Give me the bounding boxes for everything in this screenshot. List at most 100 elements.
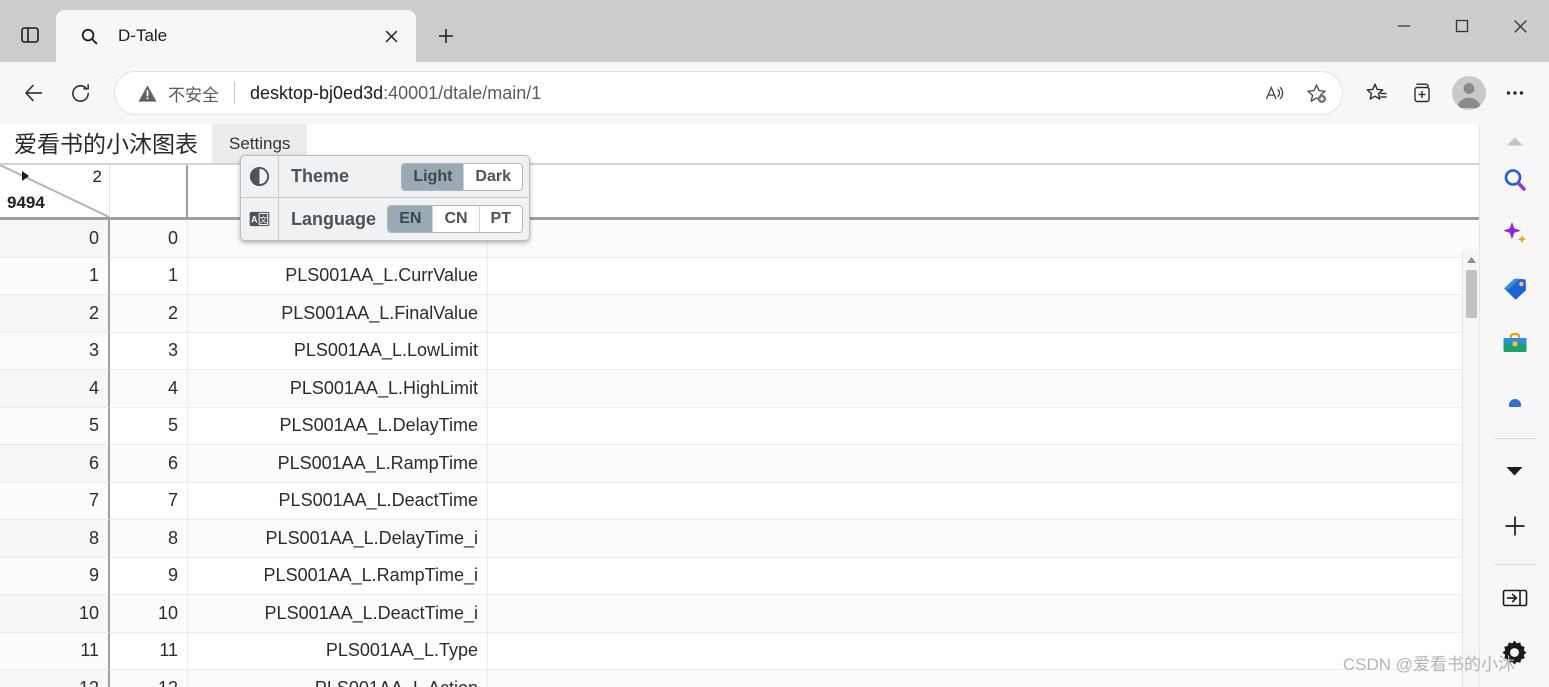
grid-corner-cell[interactable]: 2 9494 [0, 165, 110, 217]
favorites-list-icon[interactable] [1355, 71, 1399, 115]
caret-down-icon[interactable] [1492, 451, 1538, 492]
page-title: 爱看书的小沐图表 [14, 131, 198, 157]
row-name-cell[interactable]: PLS001AA_L.RampTime_i [188, 557, 488, 595]
row-index-cell: 9 [0, 557, 110, 595]
minimize-icon[interactable] [1375, 0, 1433, 52]
shopping-tag-icon[interactable] [1492, 269, 1538, 310]
row-code-cell[interactable]: 0 [110, 220, 188, 258]
avatar[interactable] [1452, 76, 1486, 110]
row-index-cell: 11 [0, 632, 110, 670]
plus-icon[interactable] [1492, 505, 1538, 546]
table-row[interactable]: 7 7 PLS001AA_L.DeactTime [0, 482, 1479, 520]
grid-vertical-scrollbar[interactable] [1462, 251, 1479, 687]
sidebar-divider-top [1493, 437, 1536, 439]
row-code-cell[interactable]: 12 [110, 670, 188, 687]
row-name-cell[interactable]: PLS001AA_L.Type [188, 632, 488, 670]
language-option-en[interactable]: EN [388, 206, 434, 232]
table-row[interactable]: 5 5 PLS001AA_L.DelayTime [0, 407, 1479, 445]
grid-header-index[interactable] [110, 165, 188, 217]
browser-tab[interactable]: D-Tale [56, 10, 416, 62]
grid-header-filler [488, 165, 1479, 217]
table-row[interactable]: 3 3 PLS001AA_L.LowLimit [0, 332, 1479, 370]
triangle-right-icon[interactable] [22, 171, 29, 181]
sidebar-divider-bottom [1493, 564, 1536, 566]
new-tab-button[interactable] [426, 16, 466, 56]
star-plus-icon[interactable] [1296, 73, 1336, 113]
collections-icon[interactable] [1401, 71, 1445, 115]
table-row[interactable]: 6 6 PLS001AA_L.RampTime [0, 445, 1479, 483]
row-name-cell[interactable]: PLS001AA_L.CurrValue [188, 257, 488, 295]
row-code-cell[interactable]: 10 [110, 595, 188, 633]
grid-body: 0 0 1 1 PLS001AA_L.CurrValue 2 2 PLS001AA_L.Fin… [0, 220, 1479, 687]
row-filler-cell [488, 295, 1479, 333]
security-status-text: 不安全 [168, 85, 219, 105]
row-filler-cell [488, 445, 1479, 483]
language-option-cn[interactable]: CN [433, 206, 480, 232]
row-code-cell[interactable]: 8 [110, 520, 188, 558]
page-viewport: 爱看书的小沐图表 Settings Theme Light Dark A 文 L… [0, 124, 1479, 687]
row-code-cell[interactable]: 5 [110, 407, 188, 445]
sidebar-search-icon[interactable] [1492, 159, 1538, 200]
avatar-icon[interactable] [1447, 71, 1491, 115]
row-name-cell[interactable]: PLS001AA_L.FinalValue [188, 295, 488, 333]
table-row[interactable]: 1212PLS001AA_L.Action [0, 670, 1479, 687]
tools-box-icon[interactable] [1492, 324, 1538, 365]
table-row[interactable]: 11 11 PLS001AA_L.Type [0, 632, 1479, 670]
maximize-icon[interactable] [1433, 0, 1491, 52]
row-code-cell[interactable]: 2 [110, 295, 188, 333]
language-option-pt[interactable]: PT [479, 206, 522, 232]
url-path: :40001/dtale/main/1 [383, 82, 542, 103]
row-name-cell[interactable]: PLS001AA_L.RampTime [188, 445, 488, 483]
ellipsis-icon[interactable] [1493, 71, 1537, 115]
grid-column-count: 2 [92, 167, 102, 186]
window-close-icon[interactable] [1491, 0, 1549, 52]
row-name-cell[interactable]: PLS001AA_L.DelayTime_i [188, 520, 488, 558]
arrow-left-icon[interactable] [12, 71, 56, 115]
row-index-cell: 3 [0, 332, 110, 370]
row-index-cell: 5 [0, 407, 110, 445]
theme-option-light[interactable]: Light [402, 163, 465, 190]
window-controls [1375, 0, 1549, 52]
row-filler-cell [488, 632, 1479, 670]
table-row[interactable]: 4 4 PLS001AA_L.HighLimit [0, 370, 1479, 408]
gear-icon[interactable] [1492, 632, 1538, 673]
table-row[interactable]: 10 10 PLS001AA_L.DeactTime_i [0, 595, 1479, 633]
row-name-cell[interactable]: PLS001AA_L.DelayTime [188, 407, 488, 445]
theme-option-dark[interactable]: Dark [464, 163, 522, 190]
read-aloud-icon[interactable] [1254, 73, 1294, 113]
split-pane-icon[interactable] [4, 10, 56, 60]
row-code-cell[interactable]: 9 [110, 557, 188, 595]
warning-triangle-icon [137, 83, 159, 104]
row-code-cell[interactable]: 7 [110, 482, 188, 520]
settings-theme-label: Theme [291, 166, 350, 186]
copilot-sparkle-icon[interactable] [1492, 214, 1538, 255]
settings-popup: Theme Light Dark A 文 Language EN CN PT [240, 155, 530, 241]
row-code-cell[interactable]: 1 [110, 257, 188, 295]
table-row[interactable]: 2 2 PLS001AA_L.FinalValue [0, 295, 1479, 333]
close-icon[interactable] [376, 21, 406, 51]
row-filler-cell [488, 220, 1479, 258]
scrollbar-thumb[interactable] [1465, 270, 1477, 318]
games-icon[interactable] [1492, 379, 1538, 420]
row-index-cell: 7 [0, 482, 110, 520]
table-row[interactable]: 1 1 PLS001AA_L.CurrValue [0, 257, 1479, 295]
row-name-cell[interactable]: PLS001AA_L.LowLimit [188, 332, 488, 370]
address-bar[interactable]: 不安全 desktop-bj0ed3d:40001/dtale/main/1 [114, 71, 1343, 115]
caret-up-icon[interactable] [1492, 130, 1538, 153]
row-name-cell[interactable]: PLS001AA_L.DeactTime_i [188, 595, 488, 633]
scroll-up-arrow-icon[interactable] [1463, 251, 1479, 268]
row-filler-cell [488, 370, 1479, 408]
row-code-cell[interactable]: 6 [110, 445, 188, 483]
open-panel-icon[interactable] [1492, 577, 1538, 618]
table-row[interactable]: 8 8 PLS001AA_L.DelayTime_i [0, 520, 1479, 558]
row-name-cell[interactable]: PLS001AA_L.DeactTime [188, 482, 488, 520]
row-name-cell[interactable]: PLS001AA_L.Action [188, 670, 488, 687]
search-icon [78, 25, 100, 47]
row-name-cell[interactable]: PLS001AA_L.HighLimit [188, 370, 488, 408]
row-code-cell[interactable]: 4 [110, 370, 188, 408]
row-code-cell[interactable]: 11 [110, 632, 188, 670]
refresh-icon[interactable] [58, 71, 102, 115]
table-row[interactable]: 9 9 PLS001AA_L.RampTime_i [0, 557, 1479, 595]
row-code-cell[interactable]: 3 [110, 332, 188, 370]
table-row[interactable]: 00 [0, 220, 1479, 258]
